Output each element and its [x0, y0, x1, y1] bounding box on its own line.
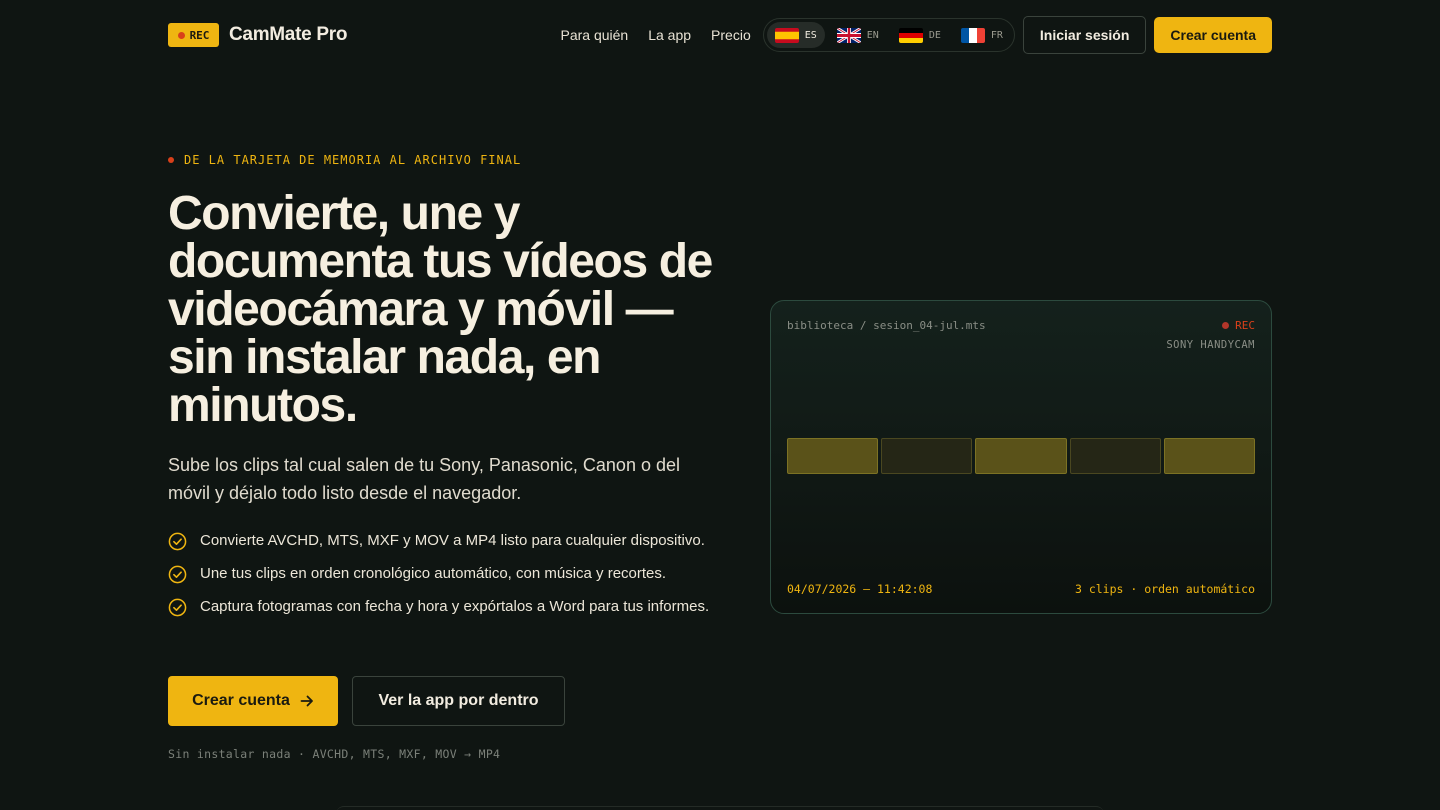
clip-frame-thumbnail[interactable] — [975, 438, 1067, 474]
feature-text: Captura fotogramas con fecha y hora y ex… — [200, 598, 710, 615]
brand-name[interactable]: CamMate Pro — [229, 24, 347, 46]
preview-camera-model: SONY HANDYCAM — [1166, 339, 1255, 351]
preview-timestamp: 04/07/2026 — 11:42:08 — [787, 582, 933, 596]
hero-footnote: Sin instalar nada · AVCHD, MTS, MXF, MOV… — [168, 747, 501, 761]
spain-flag-icon — [774, 27, 799, 43]
brand[interactable]: REC CamMate Pro — [168, 23, 347, 47]
feature-text: Convierte AVCHD, MTS, MXF y MOV a MP4 li… — [200, 532, 705, 549]
lang-label-es: ES — [804, 29, 817, 41]
rec-dot-icon — [177, 31, 185, 39]
feature-item: Une tus clips en orden cronológico autom… — [168, 563, 728, 585]
lang-label-en: EN — [866, 29, 879, 41]
preview-rec-indicator: REC — [1222, 319, 1255, 332]
hero-headline: Convierte, une y documenta tus vídeos de… — [168, 187, 713, 432]
next-section-edge — [336, 806, 1104, 810]
check-circle-icon — [168, 532, 187, 551]
lang-label-de: DE — [928, 29, 941, 41]
check-circle-icon — [168, 565, 187, 584]
create-account-button[interactable]: Crear cuenta — [168, 676, 338, 726]
hero-cta-row: Crear cuenta Ver la app por dentro — [168, 676, 565, 726]
language-switcher: ES EN DE FR — [762, 18, 1015, 52]
check-circle-icon — [168, 598, 187, 617]
view-app-button[interactable]: Ver la app por dentro — [352, 676, 565, 726]
lang-label-fr: FR — [990, 29, 1003, 41]
feature-item: Convierte AVCHD, MTS, MXF y MOV a MP4 li… — [168, 530, 728, 552]
eyebrow-dot-icon — [168, 157, 174, 163]
create-account-label: Crear cuenta — [192, 692, 290, 709]
lang-option-fr[interactable]: FR — [953, 22, 1011, 48]
preview-file-path: biblioteca / sesion_04-jul.mts — [787, 319, 986, 332]
eyebrow-text: DE LA TARJETA DE MEMORIA AL ARCHIVO FINA… — [184, 153, 522, 167]
login-button[interactable]: Iniciar sesión — [1022, 16, 1147, 54]
app-preview-card: biblioteca / sesion_04-jul.mts REC SONY … — [770, 300, 1272, 614]
lang-option-en[interactable]: EN — [829, 22, 887, 48]
uk-flag-icon — [836, 27, 861, 43]
feature-text: Une tus clips en orden cronológico autom… — [200, 565, 667, 582]
hero-eyebrow: DE LA TARJETA DE MEMORIA AL ARCHIVO FINA… — [168, 153, 521, 167]
germany-flag-icon — [898, 27, 923, 43]
signup-button[interactable]: Crear cuenta — [1154, 17, 1272, 53]
clip-frame-thumbnail[interactable] — [787, 438, 879, 474]
rec-dot-icon — [1222, 322, 1230, 329]
feature-item: Captura fotogramas con fecha y hora y ex… — [168, 596, 728, 618]
clip-frame-thumbnail[interactable] — [881, 438, 973, 474]
nav-link-para-quien[interactable]: Para quién — [561, 27, 629, 43]
lang-option-de[interactable]: DE — [891, 22, 949, 48]
arrow-right-icon — [300, 695, 313, 707]
nav-link-la-app[interactable]: La app — [648, 27, 691, 43]
lang-option-es[interactable]: ES — [766, 22, 825, 48]
clip-frame-thumbnail[interactable] — [1163, 438, 1256, 474]
rec-badge: REC — [168, 23, 219, 47]
preview-clip-meta: 3 clips · orden automático — [1074, 582, 1255, 596]
nav-link-precio[interactable]: Precio — [711, 27, 751, 43]
clip-frame-thumbnail[interactable] — [1069, 438, 1161, 474]
feature-list: Convierte AVCHD, MTS, MXF y MOV a MP4 li… — [168, 530, 728, 629]
rec-badge-label: REC — [189, 28, 210, 42]
nav-right: Para quién La app Precio ES EN DE FR Ini… — [561, 16, 1272, 54]
preview-rec-label: REC — [1235, 319, 1255, 332]
top-nav: REC CamMate Pro Para quién La app Precio… — [168, 16, 1272, 54]
france-flag-icon — [960, 27, 985, 43]
clip-frame-strip — [787, 438, 1256, 474]
hero-subhead: Sube los clips tal cual salen de tu Sony… — [168, 455, 680, 503]
